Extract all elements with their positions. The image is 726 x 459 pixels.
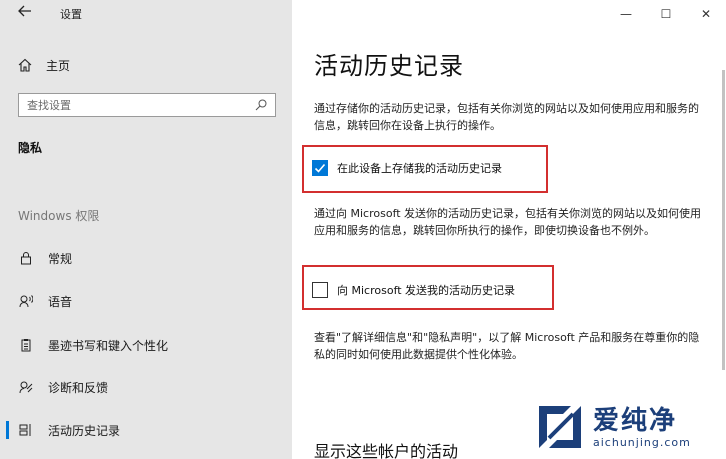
section-heading-privacy: 隐私 <box>18 141 43 155</box>
watermark-text: 爱纯净 aichunjing.com <box>593 406 691 449</box>
watermark-brand: 爱纯净 <box>593 405 678 436</box>
timeline-icon <box>18 422 34 438</box>
maximize-button[interactable]: ☐ <box>646 0 686 28</box>
send-activity-checkbox-row[interactable]: 向 Microsoft 发送我的活动历史记录 <box>312 282 515 298</box>
speech-icon <box>18 293 34 309</box>
description-send: 通过向 Microsoft 发送你的活动历史记录，包括有关你浏览的网站以及如何使… <box>314 207 702 237</box>
sidebar-item-label: 主页 <box>46 58 71 73</box>
sidebar-item-label: 活动历史记录 <box>48 423 121 438</box>
close-button[interactable]: ✕ <box>686 0 726 28</box>
window-controls: — ☐ ✕ <box>606 0 726 28</box>
sidebar: 设置 主页 隐私 Windows 权限 常规 语音 墨迹书写和键入个性化 <box>0 0 292 459</box>
checkmark-icon <box>314 163 326 173</box>
watermark: 爱纯净 aichunjing.com <box>533 398 723 456</box>
send-activity-label: 向 Microsoft 发送我的活动历史记录 <box>337 284 516 297</box>
section-heading-windows-permissions: Windows 权限 <box>18 209 100 223</box>
watermark-url: aichunjing.com <box>593 435 691 449</box>
watermark-logo-icon <box>539 406 581 448</box>
sidebar-item-activity-history[interactable]: 活动历史记录 <box>6 415 286 445</box>
sidebar-item-inking-typing[interactable]: 墨迹书写和键入个性化 <box>6 330 286 360</box>
store-activity-label: 在此设备上存储我的活动历史记录 <box>337 162 502 175</box>
feedback-icon <box>18 379 34 395</box>
search-box[interactable] <box>18 93 276 117</box>
search-icon[interactable] <box>255 99 267 111</box>
section-subtitle-accounts: 显示这些帐户的活动 <box>314 442 459 459</box>
minimize-button[interactable]: — <box>606 0 646 28</box>
main-content: — ☐ ✕ 活动历史记录 通过存储你的活动历史记录，包括有关你浏览的网站以及如何… <box>292 0 726 459</box>
sidebar-item-label: 语音 <box>48 294 73 309</box>
home-icon <box>18 58 32 72</box>
sidebar-item-label: 诊断和反馈 <box>48 380 109 395</box>
window-title: 设置 <box>60 8 82 21</box>
search-input[interactable] <box>27 98 255 112</box>
scrollbar-thumb[interactable] <box>722 70 725 370</box>
description-store: 通过存储你的活动历史记录，包括有关你浏览的网站以及如何使用应用和服务的信息，跳转… <box>314 102 699 132</box>
sidebar-item-home[interactable]: 主页 <box>18 54 278 76</box>
sidebar-item-speech[interactable]: 语音 <box>6 286 286 316</box>
sidebar-item-diagnostics[interactable]: 诊断和反馈 <box>6 372 286 402</box>
page-title: 活动历史记录 <box>314 52 464 80</box>
store-activity-checkbox-row[interactable]: 在此设备上存储我的活动历史记录 <box>312 160 502 176</box>
lock-icon <box>18 250 34 266</box>
clipboard-icon <box>18 337 34 353</box>
sidebar-item-label: 墨迹书写和键入个性化 <box>48 338 169 353</box>
back-arrow-icon[interactable] <box>18 3 38 23</box>
sidebar-item-general[interactable]: 常规 <box>6 243 286 273</box>
scrollbar[interactable] <box>720 30 726 450</box>
sidebar-item-label: 常规 <box>48 251 73 266</box>
send-activity-checkbox[interactable] <box>312 282 328 298</box>
store-activity-checkbox[interactable] <box>312 160 328 176</box>
description-privacy-info: 查看"了解详细信息"和"隐私声明"，以了解 Microsoft 产品和服务在尊重… <box>314 331 700 361</box>
back-arrow-glyph <box>18 5 31 17</box>
